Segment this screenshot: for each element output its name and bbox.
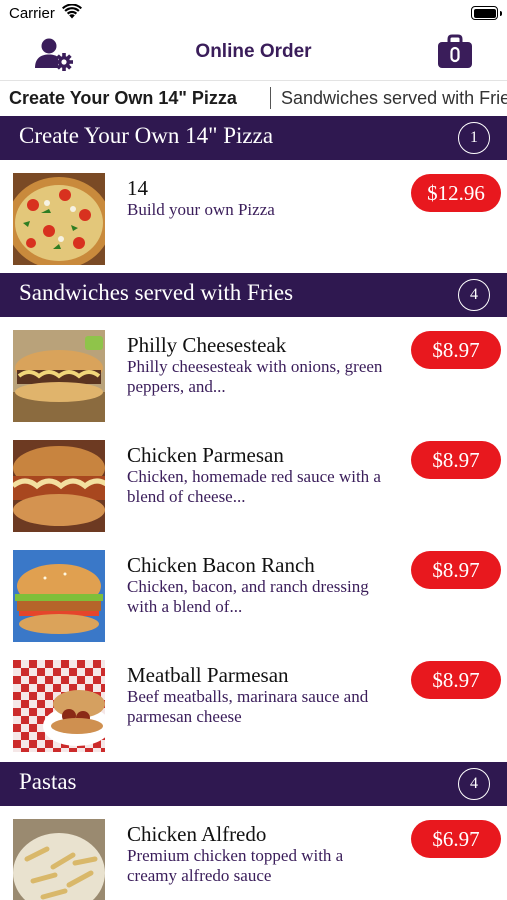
menu-item-meatball-parmesan[interactable]: Meatball Parmesan Beef meatballs, marina… [0,647,507,757]
section-title: Pastas [19,769,77,794]
menu-item-philly-cheesesteak[interactable]: Philly Cheesesteak Philly cheesesteak wi… [0,317,507,427]
item-description: Chicken, homemade red sauce with a blend… [127,467,381,506]
meatball-parmesan-image [13,660,105,752]
menu-item-chicken-bacon-ranch[interactable]: Chicken Bacon Ranch Chicken, bacon, and … [0,537,507,647]
section-title: Sandwiches served with Fries [19,280,294,305]
menu-item-pizza[interactable]: 14 Build your own Pizza $12.96 [0,160,507,270]
section-title: Create Your Own 14" Pizza [19,123,274,148]
item-name: Chicken Parmesan [127,443,284,467]
item-name: Philly Cheesesteak [127,333,287,357]
category-tabs[interactable]: Create Your Own 14" Pizza Sandwiches ser… [0,80,507,116]
item-name: 14 [127,176,148,200]
section-count-badge: 1 [458,122,490,154]
section-count-badge: 4 [458,279,490,311]
tab-divider [270,87,271,109]
status-bar: Carrier [0,0,507,28]
item-description: Premium chicken topped with a creamy alf… [127,846,344,885]
price-button[interactable]: $6.97 [411,820,501,858]
pizza-image [13,173,105,265]
item-description: Philly cheesesteak with onions, green pe… [127,357,383,396]
nav-bar: Online Order [0,28,507,78]
chicken-alfredo-image [13,819,105,900]
price-button[interactable]: $8.97 [411,661,501,699]
price-button[interactable]: $8.97 [411,441,501,479]
carrier-label: Carrier [9,5,55,22]
battery-icon [471,6,502,20]
chicken-bacon-ranch-image [13,550,105,642]
page-title: Online Order [195,41,312,62]
price-button[interactable]: $8.97 [411,331,501,369]
price-button[interactable]: $8.97 [411,551,501,589]
section-header-sandwiches[interactable]: Sandwiches served with Fries 4 [0,273,507,317]
item-description: Beef meatballs, marinara sauce and parme… [127,687,369,726]
item-description: Chicken, bacon, and ranch dressing with … [127,577,369,616]
menu-item-chicken-alfredo[interactable]: Chicken Alfredo Premium chicken topped w… [0,806,507,900]
tab-create-pizza[interactable]: Create Your Own 14" Pizza [9,88,237,109]
wifi-icon [62,3,82,25]
menu-item-chicken-parmesan[interactable]: Chicken Parmesan Chicken, homemade red s… [0,427,507,537]
item-name: Chicken Bacon Ranch [127,553,315,577]
item-description: Build your own Pizza [127,200,275,219]
section-header-pizza[interactable]: Create Your Own 14" Pizza 1 [0,116,507,160]
section-count-badge: 4 [458,768,490,800]
shopping-bag-icon[interactable] [437,34,473,70]
item-name: Chicken Alfredo [127,822,267,846]
philly-cheesesteak-image [13,330,105,422]
price-button[interactable]: $12.96 [411,174,501,212]
item-name: Meatball Parmesan [127,663,289,687]
tab-sandwiches[interactable]: Sandwiches served with Fries [281,88,507,109]
section-header-pastas[interactable]: Pastas 4 [0,762,507,806]
chicken-parmesan-image [13,440,105,532]
